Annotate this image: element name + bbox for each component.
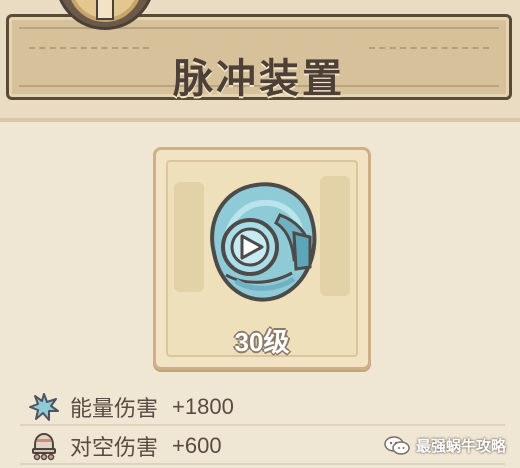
watermark: 最强蜗牛攻略 [384,435,506,456]
watermark-text: 最强蜗牛攻略 [415,438,506,455]
anti-air-claw-icon [32,432,56,461]
stat-divider [20,463,505,465]
item-level: 30级 [234,327,290,357]
stat-value: +600 [172,433,222,458]
stat-value: +1800 [172,394,234,419]
wechat-icon [384,435,410,455]
header-divider [0,118,520,122]
stat-row-energy-damage: 能量伤害 +1800 [28,392,234,422]
stat-divider [20,424,505,426]
title-plate: 脉冲装置 [6,14,512,101]
energy-burst-icon [29,393,59,421]
stat-row-anti-air-damage: 对空伤害 +600 [28,431,222,461]
pulse-device-stone-icon [210,182,317,302]
stat-label: 能量伤害 [70,396,159,421]
page-title: 脉冲装置 [173,57,345,101]
item-card[interactable]: 30级 [153,147,371,370]
stat-label: 对空伤害 [70,435,159,460]
